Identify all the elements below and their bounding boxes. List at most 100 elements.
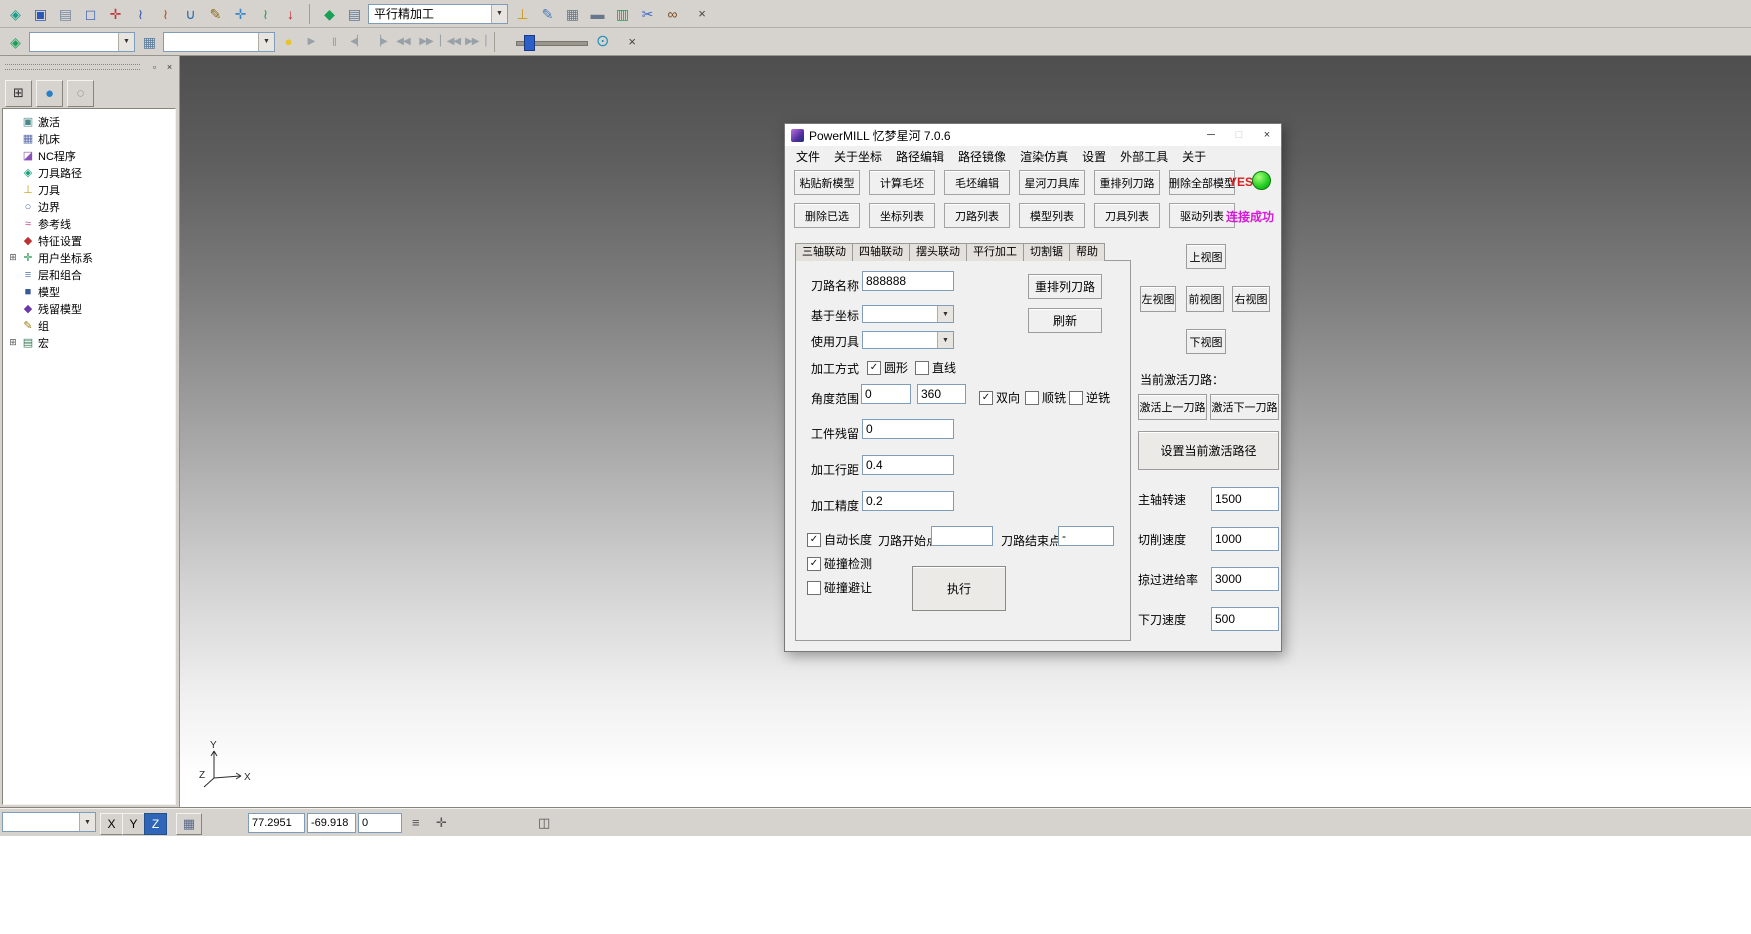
stepover-input[interactable] — [862, 455, 954, 475]
tree-expander-icon[interactable]: ⊞ — [8, 252, 18, 263]
toolpath-curve-icon[interactable]: ≀ — [130, 4, 150, 24]
levels-icon[interactable]: ◆ — [319, 4, 339, 24]
base-coord-select[interactable]: ▼ — [862, 305, 954, 323]
list-icon[interactable]: ≡ — [412, 815, 420, 830]
view-top-button[interactable]: 上视图 — [1186, 244, 1226, 269]
tree-item-nc-programs[interactable]: ◪ NC程序 — [6, 147, 175, 164]
view-bottom-button[interactable]: 下视图 — [1186, 329, 1226, 354]
sim-toolbar-close-button[interactable]: × — [624, 34, 640, 50]
mode-line-checkbox[interactable]: 直线 — [915, 359, 956, 376]
end-point-input[interactable] — [1058, 526, 1114, 546]
fixture-icon[interactable]: ▦ — [139, 32, 159, 52]
print-icon[interactable]: ▤ — [55, 4, 75, 24]
angle-to-input[interactable] — [917, 384, 966, 404]
explorer-tree-toggle-icon[interactable]: ⊞ — [5, 80, 32, 107]
coord-y-input[interactable] — [307, 813, 356, 833]
stats-pencil-icon[interactable]: ✎ — [537, 4, 557, 24]
chevron-down-icon[interactable]: ▼ — [937, 332, 953, 348]
chevron-down-icon[interactable]: ▼ — [491, 5, 507, 23]
jump-start-icon[interactable]: ▏◀◀ — [440, 32, 460, 52]
execute-button[interactable]: 执行 — [912, 566, 1006, 611]
save-icon[interactable]: ▣ — [30, 4, 50, 24]
stock-allowance-input[interactable] — [862, 419, 954, 439]
tab-parallel[interactable]: 平行加工 — [966, 243, 1024, 261]
levels-icon-2[interactable]: ◈ — [5, 32, 25, 52]
panel-grip[interactable] — [5, 64, 140, 70]
menu-about[interactable]: 关于 — [1175, 148, 1213, 165]
chevron-down-icon[interactable]: ▼ — [118, 33, 134, 51]
checkbox-box[interactable]: ✓ — [807, 533, 821, 547]
clock-icon[interactable]: ⊙ — [592, 32, 612, 52]
slider-handle[interactable] — [524, 35, 535, 51]
cutting-feed-input[interactable] — [1211, 527, 1279, 551]
view-left-button[interactable]: 左视图 — [1140, 286, 1176, 312]
checkbox-box[interactable]: ✓ — [867, 361, 881, 375]
draw-pencil-icon[interactable]: ✎ — [205, 4, 225, 24]
set-active-path-button[interactable]: 设置当前激活路径 — [1138, 431, 1279, 470]
start-point-input[interactable] — [931, 526, 993, 546]
plunge-feed-input[interactable] — [1211, 607, 1279, 631]
compute-block-button[interactable]: 计算毛坯 — [869, 170, 935, 195]
cursor-position-icon[interactable]: ✛ — [436, 815, 447, 831]
powermill-logo-icon[interactable]: ◈ — [5, 4, 25, 24]
tree-item-groups[interactable]: ✎ 组 — [6, 317, 175, 334]
tab-four-axis[interactable]: 四轴联动 — [852, 243, 910, 261]
climb-checkbox[interactable]: 顺铣 — [1025, 389, 1066, 406]
plunge-tool-icon[interactable]: ↓ — [280, 4, 300, 24]
menu-render-sim[interactable]: 渲染仿真 — [1013, 148, 1075, 165]
tree-item-patterns[interactable]: ≈ 参考线 — [6, 215, 175, 232]
page-icon[interactable]: ◫ — [538, 815, 550, 831]
keyboard-icon[interactable]: ▬ — [587, 4, 607, 24]
auto-length-checkbox[interactable]: ✓ 自动长度 — [807, 531, 872, 548]
minimize-button[interactable]: ─ — [1197, 124, 1225, 146]
menu-external-tools[interactable]: 外部工具 — [1113, 148, 1175, 165]
main-toolbar-close-button[interactable]: × — [694, 6, 710, 22]
tool-library-button[interactable]: 星河刀具库 — [1019, 170, 1085, 195]
web-globe-icon[interactable]: ● — [36, 80, 63, 107]
tree-item-activate[interactable]: ▣ 激活 — [6, 113, 175, 130]
checkbox-box[interactable]: ✓ — [807, 557, 821, 571]
block-model-icon[interactable]: ◻ — [80, 4, 100, 24]
coord-list-button[interactable]: 坐标列表 — [869, 203, 935, 228]
tree-item-toolpaths[interactable]: ◈ 刀具路径 — [6, 164, 175, 181]
model-list-button[interactable]: 模型列表 — [1019, 203, 1085, 228]
activate-next-button[interactable]: 激活下一刀路 — [1210, 394, 1279, 420]
close-button[interactable]: × — [1253, 124, 1281, 146]
fast-forward-icon[interactable]: ▶▶ — [417, 32, 435, 52]
tree-item-models[interactable]: ■ 模型 — [6, 283, 175, 300]
toolpath-name-input[interactable] — [862, 271, 954, 291]
bidirectional-checkbox[interactable]: ✓ 双向 — [979, 389, 1020, 406]
checkbox-box[interactable] — [1069, 391, 1083, 405]
maximize-button[interactable]: □ — [1225, 124, 1253, 146]
menu-settings[interactable]: 设置 — [1075, 148, 1113, 165]
delete-all-models-button[interactable]: 删除全部模型 — [1169, 170, 1235, 195]
transform-icon[interactable]: ✛ — [230, 4, 250, 24]
play-icon[interactable]: ▶ — [302, 32, 320, 52]
toolpath-verify-icon[interactable]: ≀ — [255, 4, 275, 24]
chevron-down-icon[interactable]: ▼ — [79, 813, 95, 831]
panel-close-button[interactable]: × — [163, 61, 176, 73]
mask-icon[interactable]: ○ — [67, 80, 94, 107]
checkbox-box[interactable] — [915, 361, 929, 375]
tab-help[interactable]: 帮助 — [1069, 243, 1105, 261]
activate-prev-button[interactable]: 激活上一刀路 — [1138, 394, 1207, 420]
collision-check-checkbox[interactable]: ✓ 碰撞检测 — [807, 555, 872, 572]
menu-file[interactable]: 文件 — [789, 148, 827, 165]
rearrange-toolpaths-button[interactable]: 重排列刀路 — [1094, 170, 1160, 195]
toolpath-list-button[interactable]: 刀路列表 — [944, 203, 1010, 228]
tree-item-macros[interactable]: ⊞ ▤ 宏 — [6, 334, 175, 351]
status-combo[interactable]: ▼ — [2, 812, 96, 832]
step-forward-icon[interactable]: ▕▶ — [371, 32, 389, 52]
light-bulb-icon[interactable]: ● — [279, 32, 297, 52]
binoculars-icon[interactable]: ∞ — [662, 4, 682, 24]
tab-swivel-head[interactable]: 摆头联动 — [909, 243, 967, 261]
coord-x-input[interactable] — [248, 813, 305, 833]
checkbox-box[interactable]: ✓ — [979, 391, 993, 405]
menu-path-mirror[interactable]: 路径镜像 — [951, 148, 1013, 165]
scissors-icon[interactable]: ✂ — [637, 4, 657, 24]
use-tool-select[interactable]: ▼ — [862, 331, 954, 349]
tool-database-icon[interactable]: ⊥ — [512, 4, 532, 24]
view-front-button[interactable]: 前视图 — [1186, 286, 1224, 312]
grid-toggle-button[interactable]: ▦ — [176, 813, 202, 835]
menu-coords[interactable]: 关于坐标 — [827, 148, 889, 165]
